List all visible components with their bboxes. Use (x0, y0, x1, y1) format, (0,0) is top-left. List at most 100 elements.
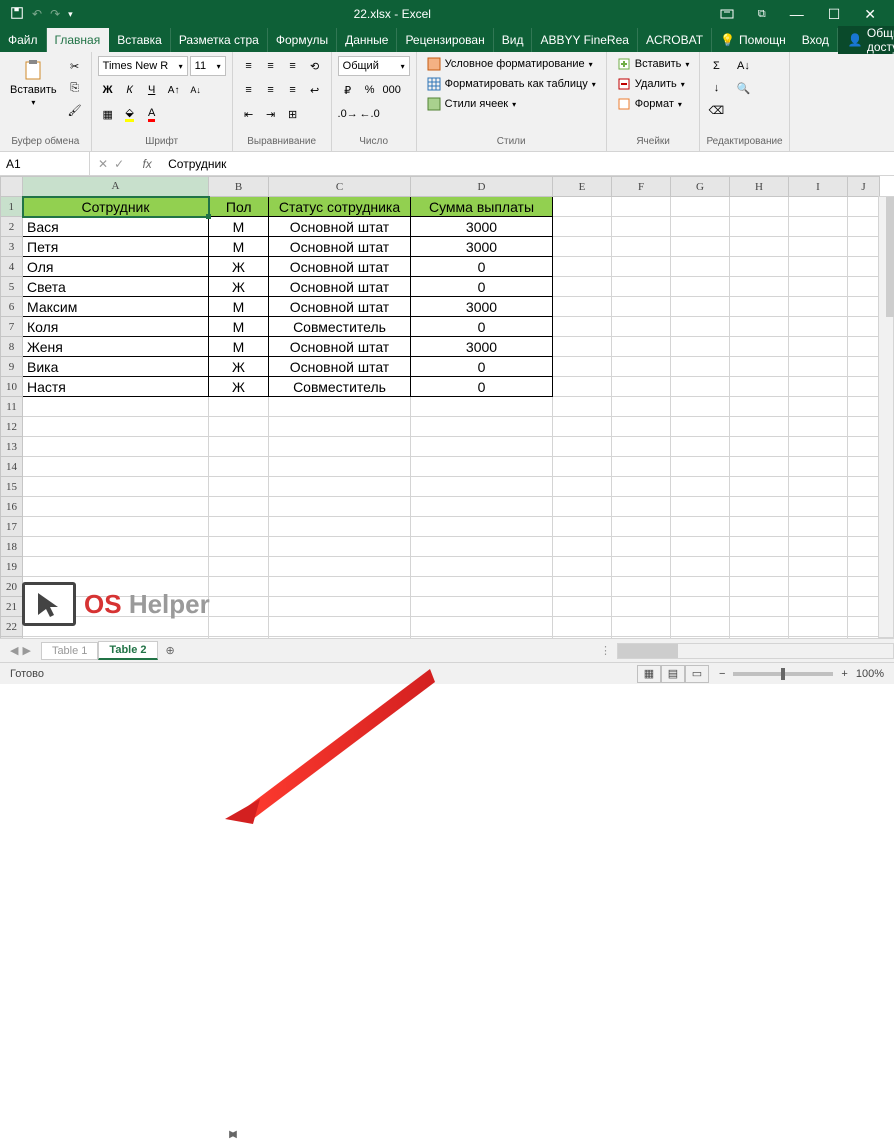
cell-H18[interactable] (730, 537, 789, 557)
column-header-E[interactable]: E (553, 177, 612, 197)
cell-G10[interactable] (671, 377, 730, 397)
cell-E15[interactable] (553, 477, 612, 497)
cell-E5[interactable] (553, 277, 612, 297)
align-left-icon[interactable]: ≡ (239, 80, 259, 100)
cell-B2[interactable]: М (209, 217, 269, 237)
cell-J7[interactable] (848, 317, 880, 337)
sheet-nav-prev-icon[interactable]: ◀ (10, 644, 18, 657)
zoom-in-button[interactable]: + (841, 668, 847, 680)
column-header-B[interactable]: B (209, 177, 269, 197)
cell-E2[interactable] (553, 217, 612, 237)
name-box[interactable]: A1 (0, 152, 90, 175)
cell-G5[interactable] (671, 277, 730, 297)
cell-H15[interactable] (730, 477, 789, 497)
sheet-nav-next-icon[interactable]: ▶ (22, 644, 30, 657)
column-header-A[interactable]: A (23, 177, 209, 197)
cell-G22[interactable] (671, 617, 730, 637)
cell-D12[interactable] (411, 417, 553, 437)
cell-C17[interactable] (269, 517, 411, 537)
cell-E8[interactable] (553, 337, 612, 357)
tab-layout[interactable]: Разметка стра (171, 28, 268, 52)
row-header-22[interactable]: 22 (1, 617, 23, 637)
cell-B22[interactable] (209, 617, 269, 637)
cell-D9[interactable]: 0 (411, 357, 553, 377)
cancel-formula-icon[interactable]: ✕ (98, 157, 108, 171)
cell-I19[interactable] (789, 557, 848, 577)
cell-C21[interactable] (269, 597, 411, 617)
ribbon-options-icon[interactable] (720, 6, 734, 22)
vertical-scrollbar[interactable]: ▲▼ (878, 196, 894, 638)
cell-A15[interactable] (23, 477, 209, 497)
cell-I21[interactable] (789, 597, 848, 617)
cell-E22[interactable] (553, 617, 612, 637)
cell-G3[interactable] (671, 237, 730, 257)
cell-G11[interactable] (671, 397, 730, 417)
cell-B16[interactable] (209, 497, 269, 517)
wrap-text-icon[interactable]: ↩ (305, 80, 325, 100)
cell-C3[interactable]: Основной штат (269, 237, 411, 257)
decimal-inc-icon[interactable]: .0→ (338, 104, 358, 124)
cell-G21[interactable] (671, 597, 730, 617)
row-header-2[interactable]: 2 (1, 217, 23, 237)
italic-button[interactable]: К (120, 80, 140, 100)
cell-J17[interactable] (848, 517, 880, 537)
cell-H17[interactable] (730, 517, 789, 537)
cell-B18[interactable] (209, 537, 269, 557)
row-header-6[interactable]: 6 (1, 297, 23, 317)
cell-H1[interactable] (730, 197, 789, 217)
tab-insert[interactable]: Вставка (109, 28, 171, 52)
sort-filter-icon[interactable]: A↓ (730, 56, 756, 76)
cell-J18[interactable] (848, 537, 880, 557)
spreadsheet-grid[interactable]: ABCDEFGHIJ1СотрудникПолСтатус сотрудника… (0, 176, 894, 662)
cell-E20[interactable] (553, 577, 612, 597)
cell-B14[interactable] (209, 457, 269, 477)
cell-F6[interactable] (612, 297, 671, 317)
cell-A4[interactable]: Оля (23, 257, 209, 277)
cell-I1[interactable] (789, 197, 848, 217)
indent-dec-icon[interactable]: ⇤ (239, 104, 259, 124)
cell-J5[interactable] (848, 277, 880, 297)
cell-F15[interactable] (612, 477, 671, 497)
cell-C16[interactable] (269, 497, 411, 517)
cell-I9[interactable] (789, 357, 848, 377)
row-header-16[interactable]: 16 (1, 497, 23, 517)
cell-C10[interactable]: Совместитель (269, 377, 411, 397)
indent-inc-icon[interactable]: ⇥ (261, 104, 281, 124)
tab-acrobat[interactable]: ACROBAT (638, 28, 712, 52)
cell-E7[interactable] (553, 317, 612, 337)
tab-file[interactable]: Файл (0, 28, 47, 52)
cell-F21[interactable] (612, 597, 671, 617)
copy-icon[interactable]: ⎘ (65, 78, 85, 98)
cell-C13[interactable] (269, 437, 411, 457)
cell-B7[interactable]: М (209, 317, 269, 337)
format-cells-button[interactable]: Формат▾ (613, 96, 694, 112)
orientation-icon[interactable]: ⟲ (305, 56, 325, 76)
cell-F13[interactable] (612, 437, 671, 457)
cell-J8[interactable] (848, 337, 880, 357)
enter-formula-icon[interactable]: ✓ (114, 157, 124, 171)
cell-E11[interactable] (553, 397, 612, 417)
cell-H5[interactable] (730, 277, 789, 297)
cell-E19[interactable] (553, 557, 612, 577)
cell-E10[interactable] (553, 377, 612, 397)
cell-F22[interactable] (612, 617, 671, 637)
cell-B15[interactable] (209, 477, 269, 497)
row-header-21[interactable]: 21 (1, 597, 23, 617)
cell-I8[interactable] (789, 337, 848, 357)
cell-A13[interactable] (23, 437, 209, 457)
cell-C19[interactable] (269, 557, 411, 577)
save-icon[interactable] (10, 6, 24, 23)
cell-A6[interactable]: Максим (23, 297, 209, 317)
cell-A9[interactable]: Вика (23, 357, 209, 377)
cell-A11[interactable] (23, 397, 209, 417)
cell-B11[interactable] (209, 397, 269, 417)
tab-formulas[interactable]: Формулы (268, 28, 337, 52)
conditional-formatting-button[interactable]: Условное форматирование▾ (423, 56, 600, 72)
cell-G13[interactable] (671, 437, 730, 457)
cell-E13[interactable] (553, 437, 612, 457)
tab-home[interactable]: Главная (47, 28, 110, 52)
cell-A10[interactable]: Настя (23, 377, 209, 397)
cell-D10[interactable]: 0 (411, 377, 553, 397)
cell-D8[interactable]: 3000 (411, 337, 553, 357)
cell-D16[interactable] (411, 497, 553, 517)
